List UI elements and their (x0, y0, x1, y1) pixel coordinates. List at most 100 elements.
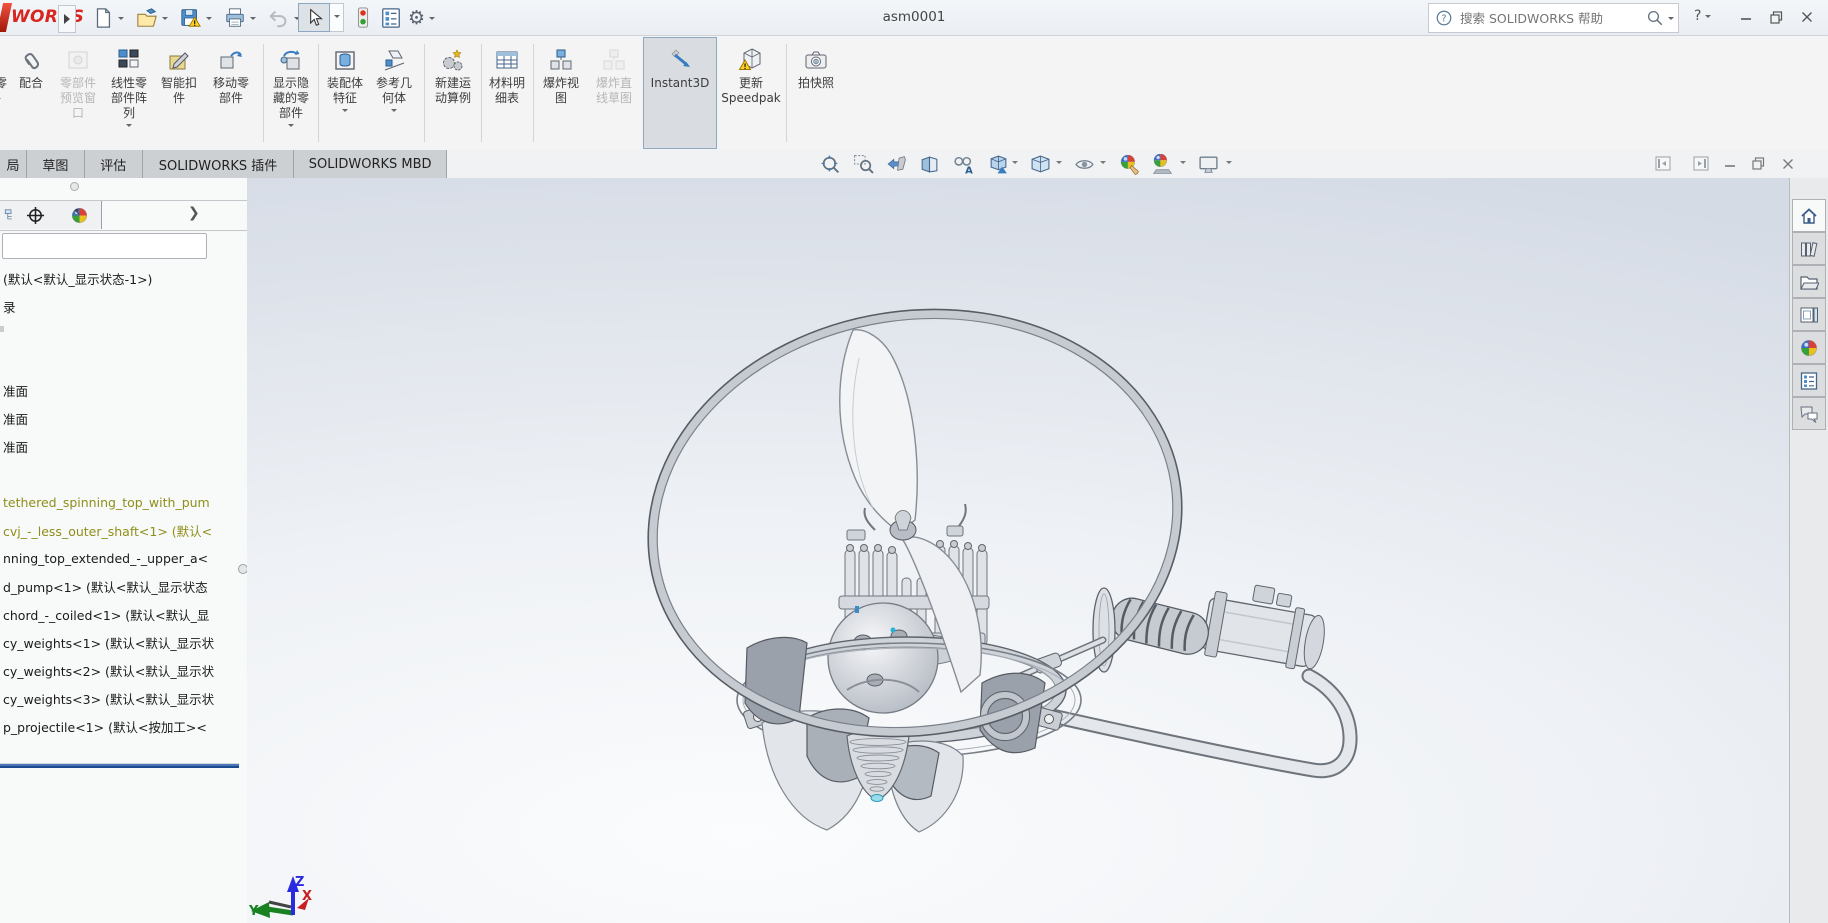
ribbon-button-mate[interactable]: 配合 (8, 38, 54, 146)
search-box[interactable]: ? (1428, 3, 1679, 33)
tree-item-component[interactable]: chord_-_coiled<1> (默认<默认_显 (0, 601, 246, 627)
tree-item-plane[interactable]: 准面 (0, 405, 246, 431)
edit-appearance-button[interactable] (1118, 152, 1142, 176)
ribbon-button-take-snapshot[interactable]: 拍快照 (790, 38, 842, 146)
ribbon-button-component-preview[interactable]: 零部件 预览窗 口 (54, 38, 102, 146)
dropdown-arrow-icon[interactable] (118, 17, 124, 23)
tab-evaluate[interactable]: 评估 (85, 150, 143, 178)
display-manager-tab[interactable] (57, 201, 102, 229)
ribbon-button-instant3d[interactable]: Instant3D (643, 37, 717, 149)
panel-flyout-arrow[interactable]: ❯ (188, 205, 200, 221)
task-pane-file-explorer-tab[interactable] (1792, 265, 1826, 298)
dropdown-arrow-icon[interactable] (288, 124, 294, 130)
save-document-button[interactable] (180, 5, 212, 31)
ribbon-button-move-component[interactable]: 移动零 部件 (202, 38, 260, 146)
select-tool-split-button[interactable] (298, 3, 344, 32)
document-close-button[interactable] (1782, 158, 1798, 174)
feature-manager-tab[interactable] (0, 201, 14, 229)
tree-item-component[interactable]: d_pump<1> (默认<默认_显示状态 (0, 573, 246, 599)
graphics-viewport[interactable]: X Z Y (247, 178, 1789, 923)
minimize-button[interactable] (1735, 8, 1757, 26)
annotation-views-button[interactable]: A (950, 152, 974, 176)
search-icon[interactable] (1646, 9, 1664, 27)
tab-solidworks-mbd[interactable]: SOLIDWORKS MBD (294, 150, 447, 178)
hide-show-items-button[interactable] (1072, 152, 1096, 176)
zoom-to-fit-button[interactable] (818, 152, 842, 176)
task-pane-design-library-tab[interactable] (1792, 232, 1826, 265)
dropdown-arrow-icon[interactable] (250, 17, 256, 23)
apply-scene-button[interactable] (1150, 152, 1174, 176)
collapse-pane-right-button[interactable] (1693, 156, 1709, 172)
print-button[interactable] (224, 5, 256, 31)
dropdown-arrow-icon[interactable] (162, 17, 168, 23)
previous-view-button[interactable] (884, 152, 908, 176)
tree-item-assembly-root[interactable]: (默认<默认_显示状态-1>) (0, 265, 246, 291)
tab-solidworks-addins[interactable]: SOLIDWORKS 插件 (143, 150, 295, 178)
tree-item-component[interactable]: nning_top_extended_-_upper_a< (0, 545, 246, 571)
options-button[interactable]: ⚙ (408, 5, 435, 31)
document-restore-button[interactable] (1752, 157, 1768, 173)
tree-item-plane[interactable]: 准面 (0, 433, 246, 459)
feature-tree-filter-box[interactable] (2, 233, 207, 259)
zoom-to-area-button[interactable] (851, 152, 875, 176)
panel-collapse-handle[interactable] (70, 182, 79, 191)
open-document-button[interactable] (136, 5, 168, 31)
task-pane-forum-tab[interactable] (1792, 397, 1826, 430)
tree-item-plane[interactable]: 准面 (0, 377, 246, 403)
dropdown-arrow-icon[interactable] (1056, 161, 1062, 167)
collapse-pane-left-button[interactable] (1655, 156, 1671, 172)
task-pane-custom-properties-tab[interactable] (1792, 364, 1826, 397)
dropdown-arrow-icon[interactable] (429, 17, 435, 23)
tab-sketch[interactable]: 草图 (27, 150, 85, 178)
task-pane-view-palette-tab[interactable] (1792, 298, 1826, 331)
select-tool-dropdown[interactable] (330, 3, 344, 32)
ribbon-button-assembly-features[interactable]: 装配体 特征 (322, 38, 368, 146)
task-pane-home-tab[interactable] (1792, 199, 1826, 232)
toolbar-expand-button[interactable] (58, 5, 76, 33)
section-view-button[interactable] (917, 152, 941, 176)
dropdown-arrow-icon[interactable] (1180, 161, 1186, 167)
ribbon-button-bill-of-materials[interactable]: 材料明 细表 (484, 38, 530, 146)
document-properties-button[interactable] (380, 5, 402, 31)
document-minimize-button[interactable] (1724, 158, 1740, 174)
help-menu[interactable]: ? (1694, 8, 1711, 24)
ribbon-button-linear-pattern[interactable]: 线性零 部件阵 列 (102, 38, 156, 146)
dropdown-arrow-icon[interactable] (1100, 161, 1106, 167)
tree-item-history[interactable]: 录 (0, 293, 246, 319)
ribbon-button-exploded-view[interactable]: 爆炸视 图 (537, 38, 585, 146)
tab-layout-partial[interactable]: 局 (0, 150, 27, 178)
ribbon-button-new-motion-study[interactable]: 新建运 动算例 (428, 38, 478, 146)
ribbon-button-reference-geometry[interactable]: 参考几 何体 (368, 38, 420, 146)
tree-item-component[interactable]: cvj_-_less_outer_shaft<1> (默认< (0, 517, 246, 543)
view-settings-button[interactable] (1196, 152, 1220, 176)
tree-item-component[interactable]: p_projectile<1> (默认<按加工>< (0, 713, 246, 739)
search-input[interactable] (1458, 10, 1646, 27)
dropdown-arrow-icon[interactable] (126, 124, 132, 130)
property-manager-tab[interactable] (13, 201, 58, 229)
select-tool-button[interactable] (298, 3, 330, 32)
ribbon-button-show-hide-components[interactable]: 显示隐 藏的零 部件 (266, 38, 316, 146)
ribbon-button-smart-fasteners[interactable]: 智能扣 件 (156, 38, 202, 146)
dropdown-arrow-icon[interactable] (1226, 161, 1232, 167)
ribbon-button-update-speedpak[interactable]: 更新 Speedpak (717, 38, 785, 146)
dropdown-arrow-icon[interactable] (391, 109, 397, 115)
dropdown-arrow-icon[interactable] (206, 17, 212, 23)
home-icon (1799, 206, 1819, 226)
undo-button[interactable] (268, 5, 300, 31)
tree-item-component[interactable]: cy_weights<2> (默认<默认_显示状 (0, 657, 246, 683)
search-dropdown-arrow-icon[interactable] (1668, 17, 1674, 23)
restore-button[interactable] (1765, 8, 1787, 26)
dropdown-arrow-icon[interactable] (1012, 161, 1018, 167)
close-button[interactable] (1796, 8, 1818, 26)
display-style-button[interactable] (1028, 152, 1052, 176)
new-document-button[interactable] (92, 5, 124, 31)
rebuild-button[interactable] (352, 5, 374, 31)
dropdown-arrow-icon[interactable] (342, 109, 348, 115)
task-pane-appearances-tab[interactable] (1792, 331, 1826, 364)
view-orientation-button[interactable] (986, 152, 1010, 176)
tree-item-component[interactable]: tethered_spinning_top_with_pum (0, 489, 246, 515)
tree-item-component[interactable]: cy_weights<3> (默认<默认_显示状 (0, 685, 246, 711)
panel-splitter-bar[interactable] (0, 763, 239, 768)
tree-item-component[interactable]: cy_weights<1> (默认<默认_显示状 (0, 629, 246, 655)
ribbon-button-explode-line-sketch[interactable]: 爆炸直 线草图 (587, 38, 641, 146)
